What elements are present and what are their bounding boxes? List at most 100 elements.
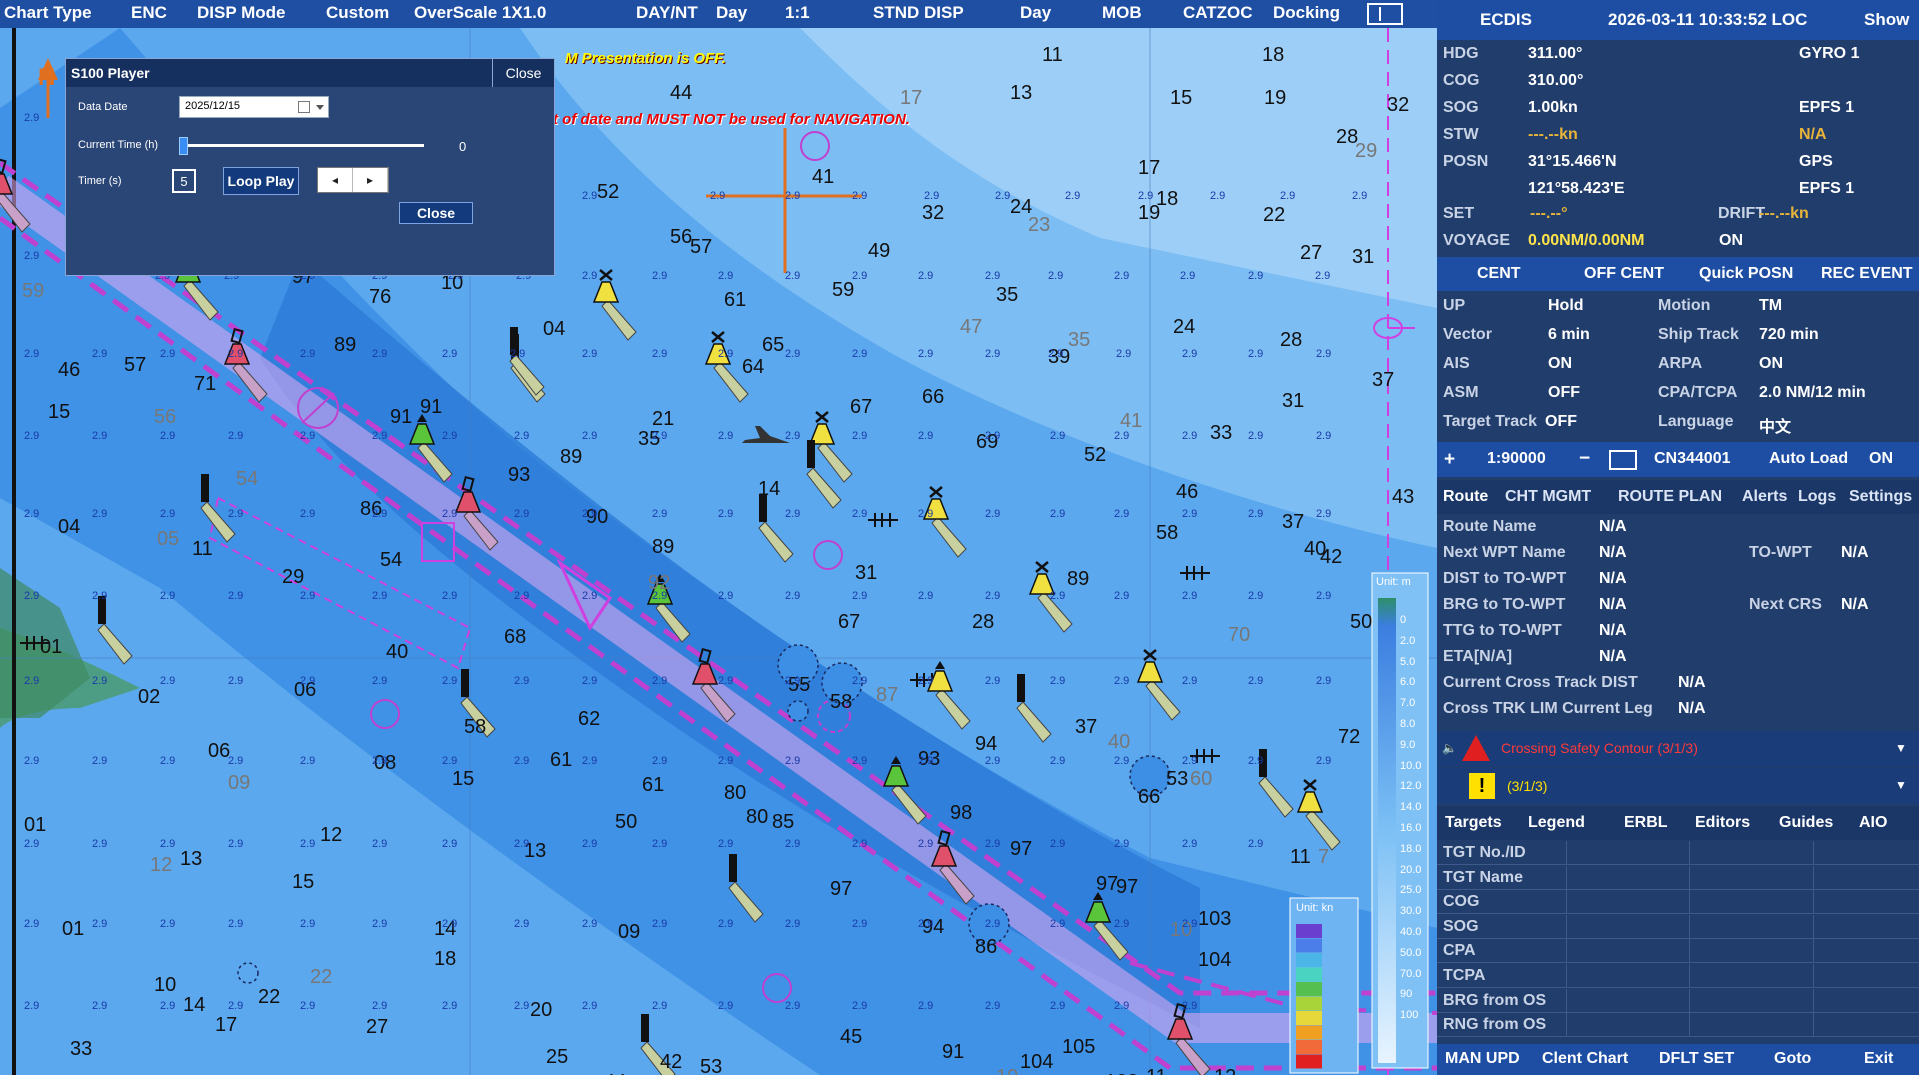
depth-contour-label: 2.9 xyxy=(1114,675,1130,687)
setting-value[interactable]: Hold xyxy=(1548,297,1584,315)
alert-bar-1[interactable]: 🔈 Crossing Safety Contour (3/1/3) ▼ xyxy=(1437,731,1919,767)
topbar-item-catzoc[interactable]: CATZOC xyxy=(1183,3,1253,23)
chart-frame-icon[interactable] xyxy=(1609,450,1637,470)
auto-load-value[interactable]: ON xyxy=(1869,450,1893,468)
setting-value[interactable]: 720 min xyxy=(1759,326,1819,344)
sounding: 09 xyxy=(228,772,251,794)
sounding: 13 xyxy=(180,848,203,870)
speaker-icon[interactable]: 🔈 xyxy=(1442,741,1457,755)
nav-source-sog[interactable]: EPFS 1 xyxy=(1799,99,1854,117)
man-upd-button[interactable]: MAN UPD xyxy=(1445,1050,1520,1068)
exit-button[interactable]: Exit xyxy=(1864,1050,1893,1068)
timer-input[interactable]: 5 xyxy=(172,169,196,193)
tab-settings[interactable]: Settings xyxy=(1849,488,1912,506)
calendar-icon[interactable] xyxy=(298,101,310,113)
next-frame-button[interactable]: ▸ xyxy=(353,168,388,192)
topbar-item-overscale-1x1-0[interactable]: OverScale 1X1.0 xyxy=(414,3,546,23)
s100-close-button[interactable]: Close xyxy=(399,202,473,224)
off-cent-button[interactable]: OFF CENT xyxy=(1584,265,1664,283)
voyage-state[interactable]: ON xyxy=(1719,232,1743,250)
rec-event-button[interactable]: REC EVENT xyxy=(1821,265,1913,283)
sounding: 12 xyxy=(150,854,173,876)
s100-titlebar[interactable]: S100 Player Close xyxy=(66,59,554,87)
tab-guides[interactable]: Guides xyxy=(1779,814,1833,832)
tab-legend[interactable]: Legend xyxy=(1528,814,1585,832)
sounding: 15 xyxy=(292,871,315,893)
north-label: N xyxy=(38,64,56,91)
clent-chart-button[interactable]: Clent Chart xyxy=(1542,1050,1628,1068)
s100-title-close-button[interactable]: Close xyxy=(492,59,554,87)
alert-expand-icon-1[interactable]: ▼ xyxy=(1895,741,1907,755)
tab-route[interactable]: Route xyxy=(1443,488,1488,506)
depth-contour-label: 2.9 xyxy=(852,838,868,850)
topbar-item-stnd-disp[interactable]: STND DISP xyxy=(873,3,964,23)
cent-button[interactable]: CENT xyxy=(1477,265,1521,283)
target-cell xyxy=(1566,939,1567,964)
current-time-slider-thumb[interactable] xyxy=(179,137,188,155)
nav-source-stw[interactable]: N/A xyxy=(1799,126,1827,144)
nav-source-hdg[interactable]: GYRO 1 xyxy=(1799,45,1859,63)
prev-frame-button[interactable]: ◂ xyxy=(318,168,353,192)
tab-route-plan[interactable]: ROUTE PLAN xyxy=(1618,488,1722,506)
topbar-item-docking[interactable]: Docking xyxy=(1273,3,1340,23)
goto-button[interactable]: Goto xyxy=(1774,1050,1811,1068)
tab-cht-mgmt[interactable]: CHT MGMT xyxy=(1505,488,1591,506)
tab-alerts[interactable]: Alerts xyxy=(1742,488,1787,506)
topbar-item-day[interactable]: Day xyxy=(716,3,747,23)
depth-contour-label: 2.9 xyxy=(514,838,530,850)
tab-erbl[interactable]: ERBL xyxy=(1624,814,1668,832)
setting-value[interactable]: ON xyxy=(1548,355,1572,373)
setting-value[interactable]: 6 min xyxy=(1548,326,1590,344)
zoom-out-button[interactable]: − xyxy=(1579,448,1590,470)
route-field-value: N/A xyxy=(1599,518,1627,535)
depth-contour-label: 2.9 xyxy=(514,590,530,602)
depth-contour-label: 2.9 xyxy=(1050,590,1066,602)
action-buttons-row: CENT OFF CENT Quick POSN REC EVENT xyxy=(1437,257,1919,291)
setting-value[interactable]: OFF xyxy=(1548,384,1580,402)
nautical-chart[interactable]: 11 18 44 17 13 15 19 32 41 28 29 17 18 19 52 32 24 23 22 56… xyxy=(0,28,1437,1075)
tab-aio[interactable]: AIO xyxy=(1859,814,1887,832)
nav-source-posn-lon[interactable]: EPFS 1 xyxy=(1799,180,1854,198)
loop-play-button[interactable]: Loop Play xyxy=(223,167,299,195)
depth-contour-label: 2.9 xyxy=(918,348,934,360)
depth-contour-label: 2.9 xyxy=(1182,1000,1198,1012)
setting-value[interactable]: TM xyxy=(1759,297,1782,315)
topbar-item-day-nt[interactable]: DAY/NT xyxy=(636,3,698,23)
tab-targets[interactable]: Targets xyxy=(1445,814,1502,832)
route-field-label: Cross TRK LIM Current Leg xyxy=(1443,700,1653,717)
current-time-slider-track[interactable] xyxy=(179,144,424,147)
depth-contour-label: 2.9 xyxy=(718,838,734,850)
setting-value[interactable]: 2.0 NM/12 min xyxy=(1759,384,1866,402)
topbar-item-enc[interactable]: ENC xyxy=(131,3,167,23)
show-button[interactable]: Show xyxy=(1864,10,1909,30)
setting-label: Target Track xyxy=(1443,413,1537,430)
setting-value[interactable]: ON xyxy=(1759,355,1783,373)
depth-contour-label: 2.9 xyxy=(785,918,801,930)
tab-logs[interactable]: Logs xyxy=(1798,488,1836,506)
alert-expand-icon-2[interactable]: ▼ xyxy=(1895,778,1907,792)
window-layout-icon[interactable] xyxy=(1367,3,1403,25)
alert-bar-2[interactable]: ! (3/1/3) ▼ xyxy=(1437,768,1919,804)
route-field-value: N/A xyxy=(1599,570,1627,587)
chevron-down-icon[interactable] xyxy=(316,105,324,110)
setting-value[interactable]: OFF xyxy=(1545,413,1577,431)
setting-value[interactable]: 中文 xyxy=(1759,413,1791,437)
route-field-value: N/A xyxy=(1599,544,1627,561)
quick-posn-button[interactable]: Quick POSN xyxy=(1699,265,1793,283)
zoom-in-button[interactable]: + xyxy=(1444,449,1455,471)
sounding: 97 xyxy=(1116,876,1139,898)
sounding: 04 xyxy=(58,516,81,538)
topbar-item-custom[interactable]: Custom xyxy=(326,3,389,23)
depth-contour-label: 2.9 xyxy=(24,112,40,124)
tab-editors[interactable]: Editors xyxy=(1695,814,1750,832)
sounding: 33 xyxy=(1210,422,1233,444)
topbar-item-chart-type[interactable]: Chart Type xyxy=(4,3,92,23)
topbar-item-mob[interactable]: MOB xyxy=(1102,3,1142,23)
topbar-item-disp-mode[interactable]: DISP Mode xyxy=(197,3,285,23)
nav-source-posn[interactable]: GPS xyxy=(1799,153,1833,171)
topbar-item-1-1[interactable]: 1:1 xyxy=(785,3,810,23)
dflt-set-button[interactable]: DFLT SET xyxy=(1659,1050,1734,1068)
data-date-picker[interactable]: 2025/12/15 xyxy=(179,96,329,118)
topbar-item-day[interactable]: Day xyxy=(1020,3,1051,23)
sounding: 103 xyxy=(1198,908,1232,930)
